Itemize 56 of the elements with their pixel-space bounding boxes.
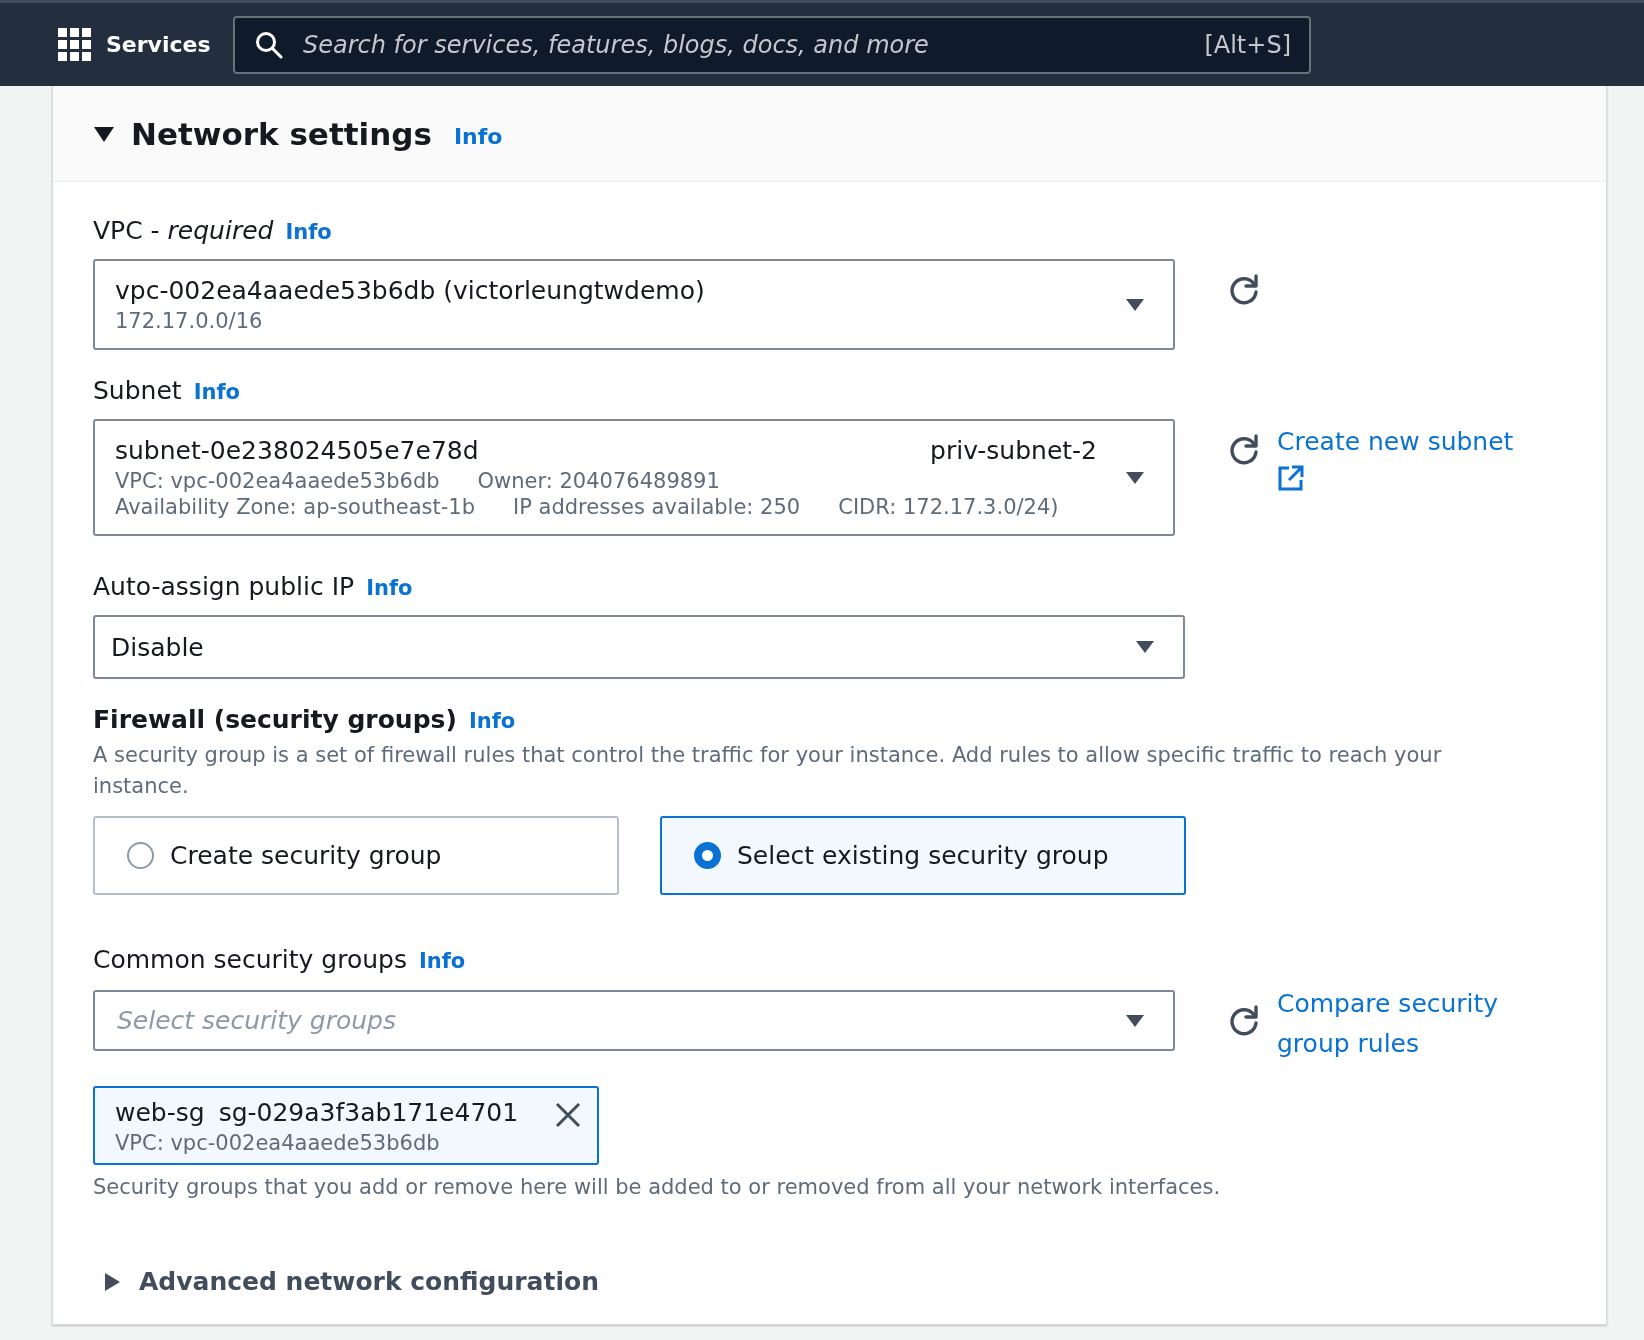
group-detail: VPC: vpc-002ea4aaede53b6db <box>115 1131 441 1155</box>
info-link[interactable]: Info <box>193 380 240 404</box>
option-detail: Owner: 204076489891 <box>477 469 720 493</box>
caret-down-icon <box>1135 640 1155 654</box>
info-link[interactable]: Info <box>366 576 413 600</box>
caret-down-icon <box>1125 470 1145 485</box>
field-label: Common security groups <box>93 945 407 974</box>
create-subnet-link[interactable]: Create new subnet <box>1277 427 1514 456</box>
field-label: Auto-assign public IP <box>93 572 355 601</box>
expandable-section-header[interactable]: Advanced network configuration <box>103 1267 599 1296</box>
option-detail: CIDR: 172.17.3.0/24) <box>838 495 1059 519</box>
description-text: A security group is a set of firewall rules that control the traffic for your instance. Add rules to allow specific traffic to reach your instance. <box>93 742 1443 800</box>
refresh-icon[interactable] <box>1227 1004 1261 1038</box>
refresh-icon[interactable] <box>1227 433 1261 467</box>
close-icon[interactable] <box>555 1102 581 1128</box>
selected-value: subnet-0e238024505e7e78d <box>115 436 479 465</box>
compare-rules-link[interactable]: Compare security group rules <box>1277 984 1507 1064</box>
dropdown[interactable]: Disable <box>93 615 1185 679</box>
option-label: Select existing security group <box>737 841 1109 870</box>
info-link[interactable]: Info <box>453 124 503 149</box>
search-field[interactable]: Search for services, features, blogs, docs, and more [Alt+S] <box>233 15 1311 74</box>
multiselect-dropdown[interactable]: Select security groups <box>93 990 1175 1051</box>
caret-down-icon <box>1125 1013 1145 1028</box>
keyboard-shortcut-hint: [Alt+S] <box>1204 30 1291 59</box>
dropdown[interactable]: vpc-002ea4aaede53b6db (victorleungtwdemo) 172.17.0.0/16 <box>93 259 1175 350</box>
option-detail: IP addresses available: 250 <box>513 495 801 519</box>
services-menu-link[interactable]: Services <box>106 32 211 57</box>
security-group-input[interactable]: Select security groups <box>115 1005 1125 1036</box>
radio-button[interactable] <box>694 842 721 869</box>
external-link-icon[interactable] <box>1277 464 1305 492</box>
group-name: web-sg <box>115 1098 205 1127</box>
field-label: VPC - required <box>93 216 274 245</box>
info-link[interactable]: Info <box>468 709 516 733</box>
option-detail: VPC: vpc-002ea4aaede53b6db <box>115 469 440 493</box>
refresh-icon[interactable] <box>1227 273 1261 307</box>
selected-value: vpc-002ea4aaede53b6db (victorleungtwdemo) <box>115 276 705 305</box>
radio-button[interactable] <box>127 842 154 869</box>
search-input[interactable]: Search for services, features, blogs, docs, and more <box>301 29 1187 60</box>
option-detail: 172.17.0.0/16 <box>115 309 263 333</box>
subnet-name: priv-subnet-2 <box>930 436 1097 465</box>
section-title: Network settings <box>131 115 432 152</box>
radio-option-card[interactable]: Select existing security group <box>660 816 1186 895</box>
caret-down-icon <box>1125 297 1145 312</box>
group-id: sg-029a3f3ab171e4701 <box>218 1098 519 1127</box>
option-detail: Availability Zone: ap-southeast-1b <box>115 495 475 519</box>
info-link[interactable]: Info <box>418 949 466 973</box>
hint-text: Security groups that you add or remove here will be added to or removed from all your network interfaces. <box>93 1175 1222 1199</box>
selected-value: Disable <box>111 632 204 662</box>
field-label: Subnet <box>93 376 182 405</box>
option-label: Create security group <box>170 841 442 870</box>
info-link[interactable]: Info <box>285 220 332 244</box>
grid-menu-icon[interactable] <box>58 27 92 62</box>
field-heading: Firewall (security groups) <box>93 705 457 734</box>
dropdown[interactable]: subnet-0e238024505e7e78d priv-subnet-2 VPC: vpc-002ea4aaede53b6db Owner: 204076489891 Availability Zone: ap-southeast-1b IP addresses available: 250 CIDR: 172.17.3.0/24) <box>93 419 1175 536</box>
radio-option-card[interactable]: Create security group <box>93 816 619 895</box>
search-icon <box>255 30 283 59</box>
